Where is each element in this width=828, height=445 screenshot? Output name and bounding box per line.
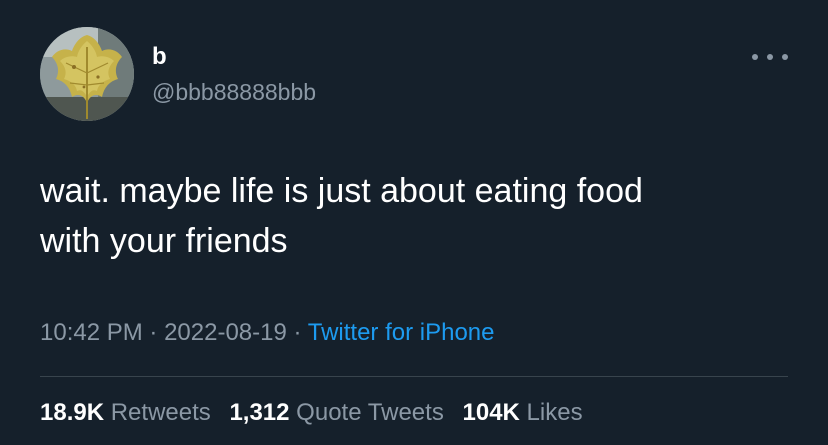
quote-tweets-stat[interactable]: 1,312 Quote Tweets <box>229 399 443 426</box>
divider <box>40 376 788 377</box>
tweet-time[interactable]: 10:42 PM <box>40 319 143 346</box>
avatar[interactable] <box>40 27 134 121</box>
meta-separator: · <box>149 319 158 346</box>
retweets-label: Retweets <box>110 399 211 426</box>
retweets-stat[interactable]: 18.9K Retweets <box>40 399 211 426</box>
meta-separator: · <box>293 319 302 346</box>
more-horizontal-icon <box>752 54 758 60</box>
retweets-count: 18.9K <box>40 399 105 426</box>
likes-label: Likes <box>526 399 583 426</box>
tweet-text: wait. maybe life is just about eating fo… <box>40 172 643 260</box>
tweet-date[interactable]: 2022-08-19 <box>164 319 287 346</box>
more-horizontal-icon <box>782 54 788 60</box>
tweet-source-link[interactable]: Twitter for iPhone <box>308 319 495 346</box>
more-options-button[interactable] <box>752 50 788 64</box>
engagement-stats: 18.9K Retweets 1,312 Quote Tweets 104K L… <box>40 397 595 429</box>
leaf-avatar-icon <box>40 27 134 121</box>
likes-stat[interactable]: 104K Likes <box>463 399 583 426</box>
author-display-name[interactable]: b <box>152 43 167 71</box>
tweet-meta: 10:42 PM · 2022-08-19 · Twitter for iPho… <box>40 317 495 349</box>
quote-tweets-count: 1,312 <box>229 399 290 426</box>
author-handle[interactable]: @bbb88888bbb <box>152 78 316 106</box>
more-horizontal-icon <box>767 54 773 60</box>
likes-count: 104K <box>462 399 520 426</box>
quote-tweets-label: Quote Tweets <box>296 399 444 426</box>
tweet-detail: b @bbb88888bbb wait. maybe life is just … <box>0 0 828 445</box>
